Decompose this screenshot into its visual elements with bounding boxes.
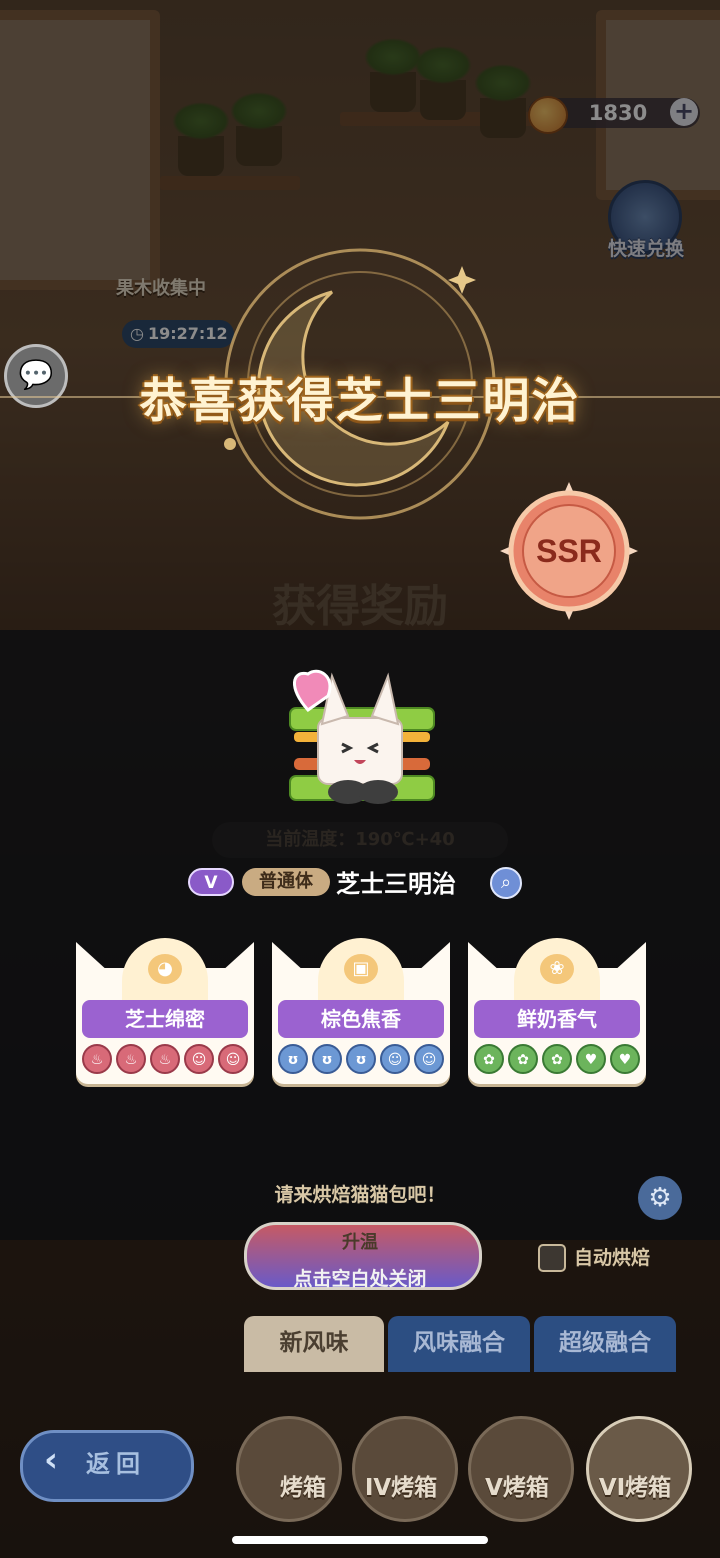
cat-face-icon: ☺ <box>218 1044 248 1074</box>
oven-vi-label: VI烤箱 <box>598 1475 672 1501</box>
cheese-sandwich-icon <box>289 669 435 804</box>
zoom-button[interactable]: ⌕ <box>490 867 522 899</box>
flame-icon: ♨ <box>116 1044 146 1074</box>
temperature-display: 当前温度：190℃+40 <box>212 822 508 858</box>
toast-icon: ▣ <box>344 954 378 984</box>
cat-face-icon: ◕ <box>148 954 182 984</box>
flower-icon: ✿ <box>508 1044 538 1074</box>
ssr-label: SSR <box>536 533 602 569</box>
item-name: 芝士三明治 <box>336 870 456 898</box>
tab-super-fusion[interactable]: 超级融合 <box>534 1316 676 1372</box>
tab-new-flavor[interactable]: 新风味 <box>244 1316 384 1372</box>
cat-face-icon: ☺ <box>414 1044 444 1074</box>
oven-iv-label: IV烤箱 <box>364 1475 438 1501</box>
bear-icon: ʊ <box>278 1044 308 1074</box>
trait-label: 芝士绵密 <box>82 1000 248 1038</box>
flower-icon: ✿ <box>542 1044 572 1074</box>
rank-badge: V <box>188 868 234 896</box>
type-badge: 普通体 <box>242 868 330 896</box>
heart-icon: ♥ <box>576 1044 606 1074</box>
ssr-rarity-badge: SSR <box>500 482 638 620</box>
congrats-title: 恭喜获得芝士三明治 <box>139 374 581 429</box>
oven-label: 烤箱 <box>280 1475 326 1501</box>
trait-card: ▣ 棕色焦香 ʊ ʊ ʊ ☺ ☺ <box>272 938 450 1084</box>
trait-level-dots: ✿ ✿ ✿ ♥ ♥ <box>474 1044 640 1074</box>
settings-button[interactable]: ⚙ <box>638 1176 682 1220</box>
back-label: 返回 <box>86 1450 146 1478</box>
flame-icon: ♨ <box>82 1044 112 1074</box>
close-hint[interactable]: 点击空白处关闭 <box>244 1264 476 1291</box>
tab-flavor-fusion[interactable]: 风味融合 <box>388 1316 530 1372</box>
heart-icon: ♥ <box>610 1044 640 1074</box>
trait-label: 棕色焦香 <box>278 1000 444 1038</box>
auto-bake-checkbox[interactable] <box>538 1244 566 1272</box>
auto-bake-label: 自动烘焙 <box>574 1247 651 1269</box>
trait-level-dots: ♨ ♨ ♨ ☺ ☺ <box>82 1044 248 1074</box>
trait-label: 鲜奶香气 <box>474 1000 640 1038</box>
home-indicator <box>232 1536 488 1544</box>
cat-face-icon: ☺ <box>380 1044 410 1074</box>
trait-level-dots: ʊ ʊ ʊ ☺ ☺ <box>278 1044 444 1074</box>
bake-prompt: 请来烘焙猫猫包吧！ <box>274 1184 446 1206</box>
flame-icon: ♨ <box>150 1044 180 1074</box>
cat-face-icon: ☺ <box>184 1044 214 1074</box>
heat-button-label: 升温 <box>342 1232 378 1253</box>
bear-icon: ʊ <box>346 1044 376 1074</box>
oven-v-label: V烤箱 <box>485 1475 549 1501</box>
trait-card: ❀ 鲜奶香气 ✿ ✿ ✿ ♥ ♥ <box>468 938 646 1084</box>
cream-icon: ❀ <box>540 954 574 984</box>
flower-icon: ✿ <box>474 1044 504 1074</box>
trait-card: ◕ 芝士绵密 ♨ ♨ ♨ ☺ ☺ <box>76 938 254 1084</box>
chevron-left-icon: ‹ <box>44 1440 59 1480</box>
magnifier-icon: ⌕ <box>500 872 512 893</box>
bear-icon: ʊ <box>312 1044 342 1074</box>
gear-icon: ⚙ <box>648 1183 672 1213</box>
